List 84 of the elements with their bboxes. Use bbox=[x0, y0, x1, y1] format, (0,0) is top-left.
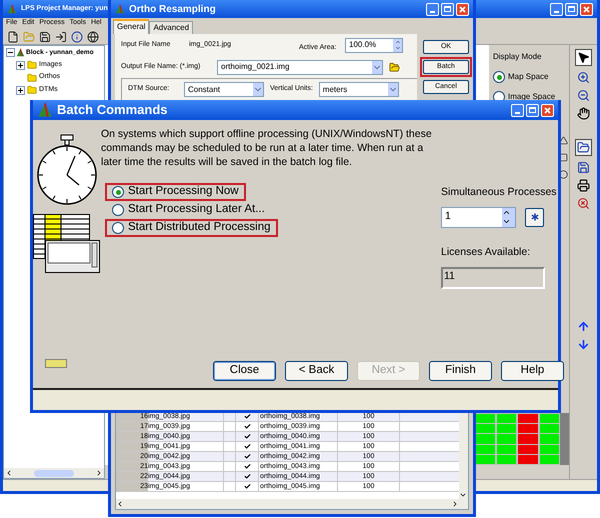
expand-icon[interactable] bbox=[16, 86, 25, 94]
tab[interactable]: General bbox=[113, 19, 150, 34]
close-button[interactable] bbox=[541, 104, 554, 116]
expand-icon[interactable] bbox=[16, 60, 25, 70]
dialog-button[interactable]: Finish bbox=[429, 361, 492, 381]
scroll-left-icon[interactable] bbox=[5, 469, 13, 477]
pointer-icon[interactable] bbox=[577, 51, 590, 64]
vertical-units-dropdown[interactable]: meters bbox=[318, 82, 399, 97]
radio-label[interactable]: Start Processing Later At... bbox=[128, 201, 265, 219]
check-icon[interactable] bbox=[244, 433, 250, 440]
dialog-button[interactable]: Close bbox=[213, 361, 276, 381]
close-button[interactable] bbox=[580, 2, 593, 16]
app-icon bbox=[115, 4, 125, 14]
dialog-button[interactable]: Help bbox=[501, 361, 564, 381]
zoom-out-icon[interactable] bbox=[577, 89, 590, 102]
keyboard-icon bbox=[45, 359, 67, 368]
open-folder-icon[interactable] bbox=[389, 62, 400, 72]
minimize-button[interactable] bbox=[426, 2, 439, 16]
radio-button[interactable] bbox=[493, 71, 505, 83]
dtm-source-dropdown[interactable]: Constant bbox=[184, 82, 264, 97]
zoom-clear-icon[interactable] bbox=[577, 197, 590, 210]
horizontal-scrollbar[interactable] bbox=[4, 468, 104, 478]
radio-label[interactable]: Map Space bbox=[508, 71, 548, 83]
check-icon[interactable] bbox=[244, 443, 250, 450]
field-label: Licenses Available: bbox=[441, 244, 532, 260]
close-icon bbox=[544, 106, 551, 114]
radio-button[interactable] bbox=[112, 204, 124, 216]
collapse-icon[interactable] bbox=[6, 48, 15, 58]
maximize-button[interactable] bbox=[526, 104, 539, 116]
description-text: On systems which support offline processing (UNIX/WindowsNT) these commands may be scheduled to be run at a later time. When run at a later time the results will be saved in the batch log file. bbox=[101, 127, 433, 169]
maximize-button[interactable] bbox=[565, 2, 578, 16]
import-icon[interactable] bbox=[55, 30, 67, 42]
dialog-button[interactable]: < Back bbox=[285, 361, 348, 381]
radio-button[interactable] bbox=[112, 186, 124, 198]
scroll-right-icon[interactable] bbox=[95, 469, 103, 477]
window-title: Batch Commands bbox=[57, 101, 168, 120]
hand-icon[interactable] bbox=[577, 107, 590, 120]
radio-button[interactable] bbox=[112, 222, 124, 234]
save-icon[interactable] bbox=[577, 161, 590, 174]
check-icon[interactable] bbox=[244, 413, 250, 420]
horizontal-scrollbar[interactable] bbox=[116, 499, 459, 509]
open-folder-icon[interactable] bbox=[577, 141, 590, 154]
folder-icon bbox=[27, 85, 37, 95]
field-label: Simultaneous Processes bbox=[441, 185, 557, 200]
scroll-right-icon[interactable] bbox=[451, 500, 459, 508]
radio-label[interactable]: Image Space bbox=[508, 91, 556, 103]
check-icon[interactable] bbox=[244, 463, 250, 470]
app-icon bbox=[16, 48, 25, 58]
globe-icon[interactable] bbox=[87, 30, 99, 42]
minimize-button[interactable] bbox=[550, 2, 563, 16]
print-icon[interactable] bbox=[577, 179, 590, 192]
window-title: Ortho Resampling bbox=[129, 2, 216, 16]
check-icon[interactable] bbox=[244, 483, 250, 490]
check-icon[interactable] bbox=[244, 423, 250, 430]
vertical-scrollbar[interactable] bbox=[560, 413, 569, 465]
save-icon[interactable] bbox=[39, 30, 51, 42]
output-file-field[interactable]: orthoimg_0021.img bbox=[217, 60, 383, 74]
spin-field[interactable]: 1 bbox=[441, 206, 516, 228]
arrow-up-icon[interactable] bbox=[577, 320, 590, 333]
panel-title: Display Mode bbox=[493, 51, 542, 63]
stopwatch-icon bbox=[36, 134, 98, 206]
new-file-icon[interactable] bbox=[7, 30, 19, 42]
licenses-field: 11 bbox=[441, 266, 545, 288]
vertical-scrollbar[interactable] bbox=[459, 412, 468, 509]
asterisk-icon bbox=[528, 211, 540, 224]
info-icon[interactable] bbox=[71, 30, 83, 42]
minimize-button[interactable] bbox=[511, 104, 524, 116]
close-icon bbox=[583, 6, 590, 12]
app-icon bbox=[37, 102, 53, 118]
arrow-down-icon[interactable] bbox=[577, 338, 590, 351]
zoom-in-icon[interactable] bbox=[577, 71, 590, 84]
close-icon bbox=[459, 6, 466, 12]
tab[interactable]: Advanced bbox=[149, 21, 194, 34]
close-button[interactable] bbox=[456, 2, 469, 16]
check-icon[interactable] bbox=[244, 473, 250, 480]
scroll-down-icon[interactable] bbox=[459, 491, 467, 499]
asterisk-button[interactable] bbox=[525, 208, 544, 227]
folder-icon bbox=[27, 72, 37, 82]
folder-icon bbox=[27, 60, 37, 70]
app-icon bbox=[7, 4, 17, 14]
maximize-button[interactable] bbox=[441, 2, 454, 16]
scroll-left-icon[interactable] bbox=[116, 500, 124, 508]
spreadsheet-window-icon bbox=[33, 214, 101, 274]
check-icon[interactable] bbox=[244, 453, 250, 460]
